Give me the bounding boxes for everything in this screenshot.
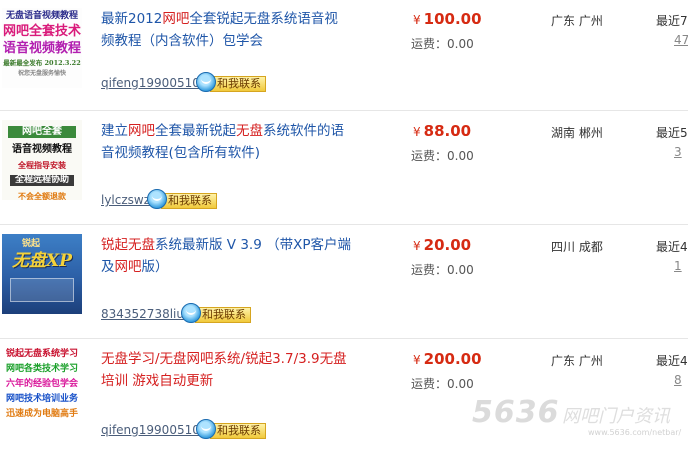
chat-bubble-icon (196, 419, 216, 439)
price-value: 100.00 (423, 10, 482, 28)
listing-title[interactable]: 锐起无盘系统最新版 V 3.9 （带XP客户端及网吧版） (101, 234, 351, 278)
shipping-fee: 运费：0.00 (411, 263, 474, 277)
contact-button[interactable]: 和我联系 (181, 303, 251, 323)
seller-link[interactable]: 834352738liu (101, 307, 184, 321)
title-highlight: 无盘 (236, 123, 263, 139)
chat-bubble-icon (196, 72, 216, 92)
thumb-line: 网吧全套技术 (2, 24, 81, 39)
thumb-line: 最新最全发布 2012.3.22 (3, 59, 81, 67)
row-divider (0, 110, 688, 111)
listing-title[interactable]: 最新2012网吧全套锐起无盘系统语音视频教程（内含软件）包学会 (101, 8, 351, 52)
sales-count-link[interactable]: 3 (674, 145, 682, 159)
chat-bubble-icon (181, 303, 201, 323)
listing-title[interactable]: 建立网吧全套最新锐起无盘系统软件的语音视频教程(包含所有软件) (101, 120, 351, 164)
price: ¥200.00 (413, 350, 482, 368)
contact-button[interactable]: 和我联系 (196, 72, 266, 92)
contact-label: 和我联系 (195, 307, 251, 323)
recent-sales-label: 最近4 (656, 240, 688, 254)
listing-row: 网吧全套 语音视频教程 全程指导安装 全程远程协助 不会全额退款 建立网吧全套最… (0, 112, 688, 224)
title-highlight: 无盘学习/无盘网吧系统/锐起3.7/3.9无盘培训 游戏自动更新 (101, 351, 347, 389)
currency-symbol: ¥ (413, 13, 421, 27)
title-part: 全套最新锐起 (155, 123, 236, 139)
title-highlight: 锐起无盘 (101, 237, 155, 253)
seller-location: 湖南 郴州 (551, 126, 603, 140)
title-highlight: 网吧 (114, 259, 142, 275)
recent-sales-label: 最近7 (656, 14, 688, 28)
sales-count-link[interactable]: 47 (674, 33, 688, 47)
listing-row: 锐起 无盘XP 锐起无盘系统最新版 V 3.9 （带XP客户端及网吧版） 834… (0, 226, 688, 338)
thumb-line: 网吧各类技术学习 (5, 364, 78, 374)
thumb-line: 迅速成为电脑高手 (5, 409, 78, 419)
product-thumbnail[interactable]: 网吧全套 语音视频教程 全程指导安装 全程远程协助 不会全额退款 (2, 120, 82, 200)
contact-label: 和我联系 (161, 193, 217, 209)
shipping-fee: 运费：0.00 (411, 377, 474, 391)
contact-button[interactable]: 和我联系 (196, 419, 266, 439)
contact-button[interactable]: 和我联系 (147, 189, 217, 209)
thumb-line: 无盘XP (12, 251, 72, 271)
title-part: 建立 (101, 123, 128, 139)
price: ¥100.00 (413, 10, 482, 28)
title-part: 版） (141, 259, 169, 275)
seller-location: 广东 广州 (551, 14, 603, 28)
thumb-line: 锐起 (22, 239, 41, 249)
thumb-line: 全程远程协助 (10, 175, 74, 186)
title-part: 最新2012 (101, 11, 163, 27)
contact-label: 和我联系 (210, 76, 266, 92)
price: ¥20.00 (413, 236, 471, 254)
product-thumbnail[interactable]: 锐起无盘系统学习 网吧各类技术学习 六年的经验包学会 网吧技术培训业务 迅速成为… (2, 348, 82, 428)
product-thumbnail[interactable]: 锐起 无盘XP (2, 234, 82, 314)
listing-title[interactable]: 无盘学习/无盘网吧系统/锐起3.7/3.9无盘培训 游戏自动更新 (101, 348, 351, 392)
thumb-line: 语音视频教程 (12, 144, 72, 155)
seller-link[interactable]: qifeng19900510 (101, 76, 200, 90)
thumb-line: 网吧全套 (8, 126, 76, 138)
contact-label: 和我联系 (210, 423, 266, 439)
seller-link[interactable]: qifeng19900510 (101, 423, 200, 437)
title-highlight: 网吧 (128, 123, 155, 139)
price-value: 20.00 (423, 236, 472, 254)
thumb-line: 祝您无盘服务愉快 (17, 69, 66, 77)
thumb-line: 锐起无盘系统学习 (5, 349, 78, 359)
thumb-line: 无盘语音视频教程 (5, 11, 78, 21)
row-divider (0, 338, 688, 339)
title-highlight: 网吧 (162, 11, 190, 27)
listing-row: 无盘语音视频教程 网吧全套技术 语音视频教程 最新最全发布 2012.3.22 … (0, 0, 688, 112)
thumb-line: 网吧技术培训业务 (5, 394, 78, 404)
thumb-line: 不会全额退款 (18, 191, 66, 200)
thumb-line: 语音视频教程 (2, 41, 81, 56)
price-value: 200.00 (423, 350, 482, 368)
chat-bubble-icon (147, 189, 167, 209)
seller-location: 四川 成都 (551, 240, 603, 254)
shipping-fee: 运费：0.00 (411, 149, 474, 163)
thumb-line: 六年的经验包学会 (5, 379, 78, 389)
seller-location: 广东 广州 (551, 354, 603, 368)
row-divider (0, 224, 688, 225)
listing-row: 锐起无盘系统学习 网吧各类技术学习 六年的经验包学会 网吧技术培训业务 迅速成为… (0, 340, 688, 449)
recent-sales-label: 最近4 (656, 354, 688, 368)
price: ¥88.00 (413, 122, 471, 140)
recent-sales-label: 最近5 (656, 126, 688, 140)
price-value: 88.00 (423, 122, 472, 140)
currency-symbol: ¥ (413, 125, 421, 139)
seller-link[interactable]: lylczswz (101, 193, 150, 207)
shipping-fee: 运费：0.00 (411, 37, 474, 51)
product-thumbnail[interactable]: 无盘语音视频教程 网吧全套技术 语音视频教程 最新最全发布 2012.3.22 … (2, 8, 82, 88)
currency-symbol: ¥ (413, 353, 421, 367)
sales-count-link[interactable]: 8 (674, 373, 682, 387)
currency-symbol: ¥ (413, 239, 421, 253)
sales-count-link[interactable]: 1 (674, 259, 682, 273)
thumb-line: 全程指导安装 (18, 160, 66, 170)
